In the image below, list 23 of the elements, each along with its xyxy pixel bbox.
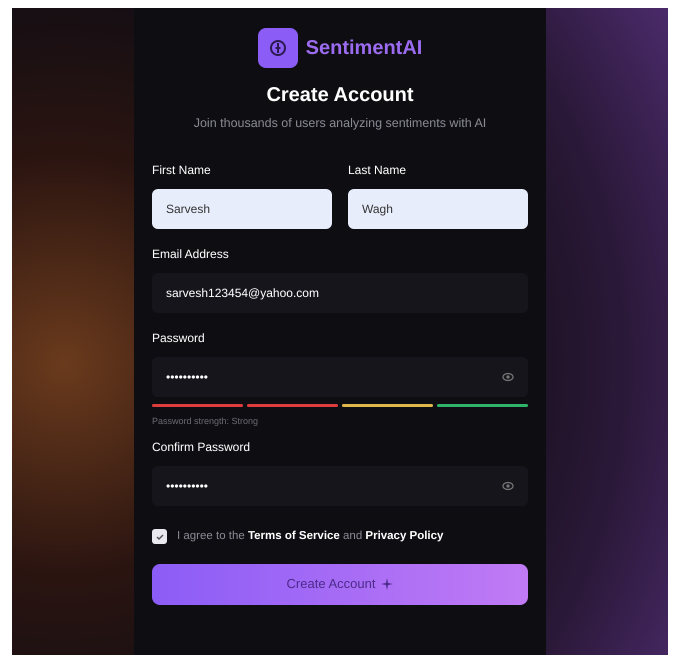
field-label: First Name bbox=[152, 162, 212, 179]
field-label: Confirm Password bbox=[152, 439, 252, 456]
password-field[interactable]: •••••••••• bbox=[152, 356, 528, 397]
password-field[interactable]: •••••••••• bbox=[152, 466, 528, 506]
eye-icon[interactable] bbox=[502, 370, 514, 383]
strength-text: Password strength: Strong bbox=[152, 414, 260, 428]
logo-icon bbox=[258, 28, 298, 68]
sparkle-icon bbox=[381, 578, 394, 590]
field-label: Password bbox=[152, 330, 206, 347]
brand-name: SentimentAI bbox=[306, 36, 422, 61]
field-label: Last Name bbox=[348, 162, 408, 179]
check-icon bbox=[154, 532, 164, 542]
terms-link[interactable]: Terms of Service bbox=[248, 530, 340, 542]
field-label: Email Address bbox=[152, 246, 230, 263]
terms-text: I agree to the Terms of Service and Privacy Policy bbox=[177, 529, 444, 544]
text-field[interactable]: Sarvesh bbox=[152, 188, 332, 229]
text-field[interactable]: Wagh bbox=[348, 188, 528, 229]
page-title: Create Account bbox=[265, 83, 415, 108]
terms-link[interactable]: Privacy Policy bbox=[365, 530, 444, 542]
email-field[interactable]: sarvesh123454@yahoo.com bbox=[152, 272, 528, 313]
eye-icon[interactable] bbox=[502, 480, 514, 492]
subtitle: Join thousands of users analyzing sentiments with AI bbox=[192, 115, 488, 132]
checkbox[interactable] bbox=[152, 529, 167, 544]
